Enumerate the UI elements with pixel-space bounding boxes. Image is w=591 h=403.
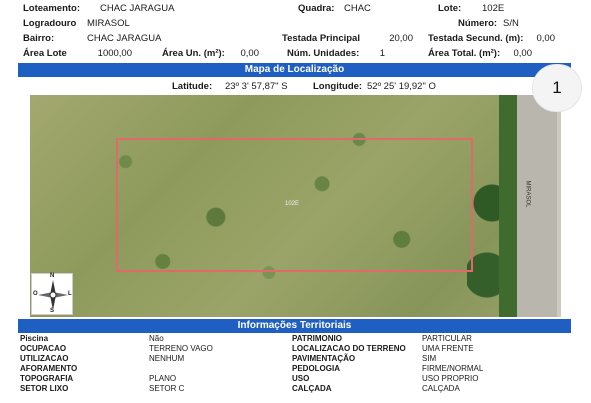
info-row: OCUPACAO TERRENO VAGO LOCALIZACAO DO TER…	[18, 344, 571, 354]
bairro-value: CHAC JARAGUA	[87, 33, 162, 44]
lot-map-label: 102E	[285, 201, 300, 207]
lote-value: 102E	[482, 3, 505, 14]
info-label: PATRIMONIO	[292, 334, 342, 343]
info-value: PARTICULAR	[422, 334, 472, 343]
info-label: AFORAMENTO	[20, 364, 78, 373]
quadra-label: Quadra:	[298, 3, 335, 14]
longitude-label: Longitude:	[313, 81, 363, 92]
info-label: USO	[292, 374, 310, 383]
map-section-title: Mapa de Localização	[18, 63, 571, 77]
latitude-label: Latitude:	[172, 81, 213, 92]
info-row: TOPOGRAFIA PLANO USO USO PROPRIO	[18, 374, 571, 384]
info-row: SETOR LIXO SETOR C CALÇADA CALÇADA	[18, 384, 571, 394]
compass-south: S	[50, 308, 55, 314]
num-unidades-label: Núm. Unidades:	[287, 48, 360, 59]
area-lote-value: 1000,00	[97, 48, 132, 59]
testada-secund-label: Testada Secund. (m):	[428, 33, 524, 44]
info-value: PLANO	[149, 374, 177, 383]
info-value: UMA FRENTE	[422, 344, 474, 353]
testada-principal-value: 20,00	[389, 33, 413, 44]
info-row: UTILIZACAO NENHUM PAVIMENTAÇÃO SIM	[18, 354, 571, 364]
compass-rose-icon: N S L O	[31, 273, 73, 315]
info-label: Piscina	[20, 334, 49, 343]
info-value: CALÇADA	[422, 384, 460, 393]
area-total-label: Área Total. (m²):	[428, 48, 501, 59]
logradouro-value: MIRASOL	[87, 18, 130, 29]
info-label: OCUPACAO	[20, 344, 67, 353]
info-value: TERRENO VAGO	[149, 344, 213, 353]
info-value: Não	[149, 334, 164, 343]
area-un-value: 0,00	[240, 48, 260, 59]
info-row: AFORAMENTO PEDOLOGIA FIRME/NORMAL	[18, 364, 571, 374]
road-label: MIRASOL	[524, 180, 531, 208]
info-row: Piscina Não PATRIMONIO PARTICULAR	[18, 334, 571, 344]
loteamento-label: Loteamento:	[23, 3, 80, 14]
page-number-badge: 1	[532, 64, 582, 112]
area-un-label: Área Un. (m²):	[162, 48, 225, 59]
info-label: LOCALIZACAO DO TERRENO	[292, 344, 406, 353]
info-value: USO PROPRIO	[422, 374, 479, 383]
info-label: PEDOLOGIA	[292, 364, 341, 373]
longitude-value: 52º 25' 19,92" O	[367, 81, 436, 92]
coordinates-row: Latitude: 23º 3' 57,87" S Longitude: 52º…	[0, 78, 591, 94]
info-value: SIM	[422, 354, 437, 363]
aerial-map[interactable]: MIRASOL 102E	[30, 95, 561, 317]
logradouro-label: Logradouro	[23, 18, 77, 29]
info-value: FIRME/NORMAL	[422, 364, 484, 373]
testada-secund-value: 0,00	[536, 33, 556, 44]
info-label: CALÇADA	[292, 384, 332, 393]
info-label: SETOR LIXO	[20, 384, 69, 393]
compass-north: N	[50, 273, 55, 279]
numero-value: S/N	[503, 18, 519, 29]
quadra-value: CHAC	[344, 3, 371, 14]
lote-label: Lote:	[438, 3, 462, 14]
info-label: PAVIMENTAÇÃO	[292, 354, 356, 363]
loteamento-value: CHAC JARAGUA	[100, 3, 175, 14]
numero-label: Número:	[458, 18, 498, 29]
property-header: Loteamento: CHAC JARAGUA Quadra: CHAC Lo…	[0, 0, 591, 62]
latitude-value: 23º 3' 57,87" S	[225, 81, 288, 92]
testada-principal-label: Testada Principal	[282, 33, 360, 44]
compass-east: L	[68, 291, 72, 297]
info-section-title: Informações Territoriais	[18, 319, 571, 333]
info-label: TOPOGRAFIA	[20, 374, 74, 383]
num-unidades-value: 1	[379, 48, 385, 59]
compass-west: O	[33, 291, 38, 297]
info-value: SETOR C	[149, 384, 185, 393]
area-total-value: 0,00	[513, 48, 533, 59]
area-lote-label: Área Lote	[23, 48, 67, 59]
info-value: NENHUM	[149, 354, 185, 363]
info-label: UTILIZACAO	[20, 354, 69, 363]
bairro-label: Bairro:	[23, 33, 55, 44]
